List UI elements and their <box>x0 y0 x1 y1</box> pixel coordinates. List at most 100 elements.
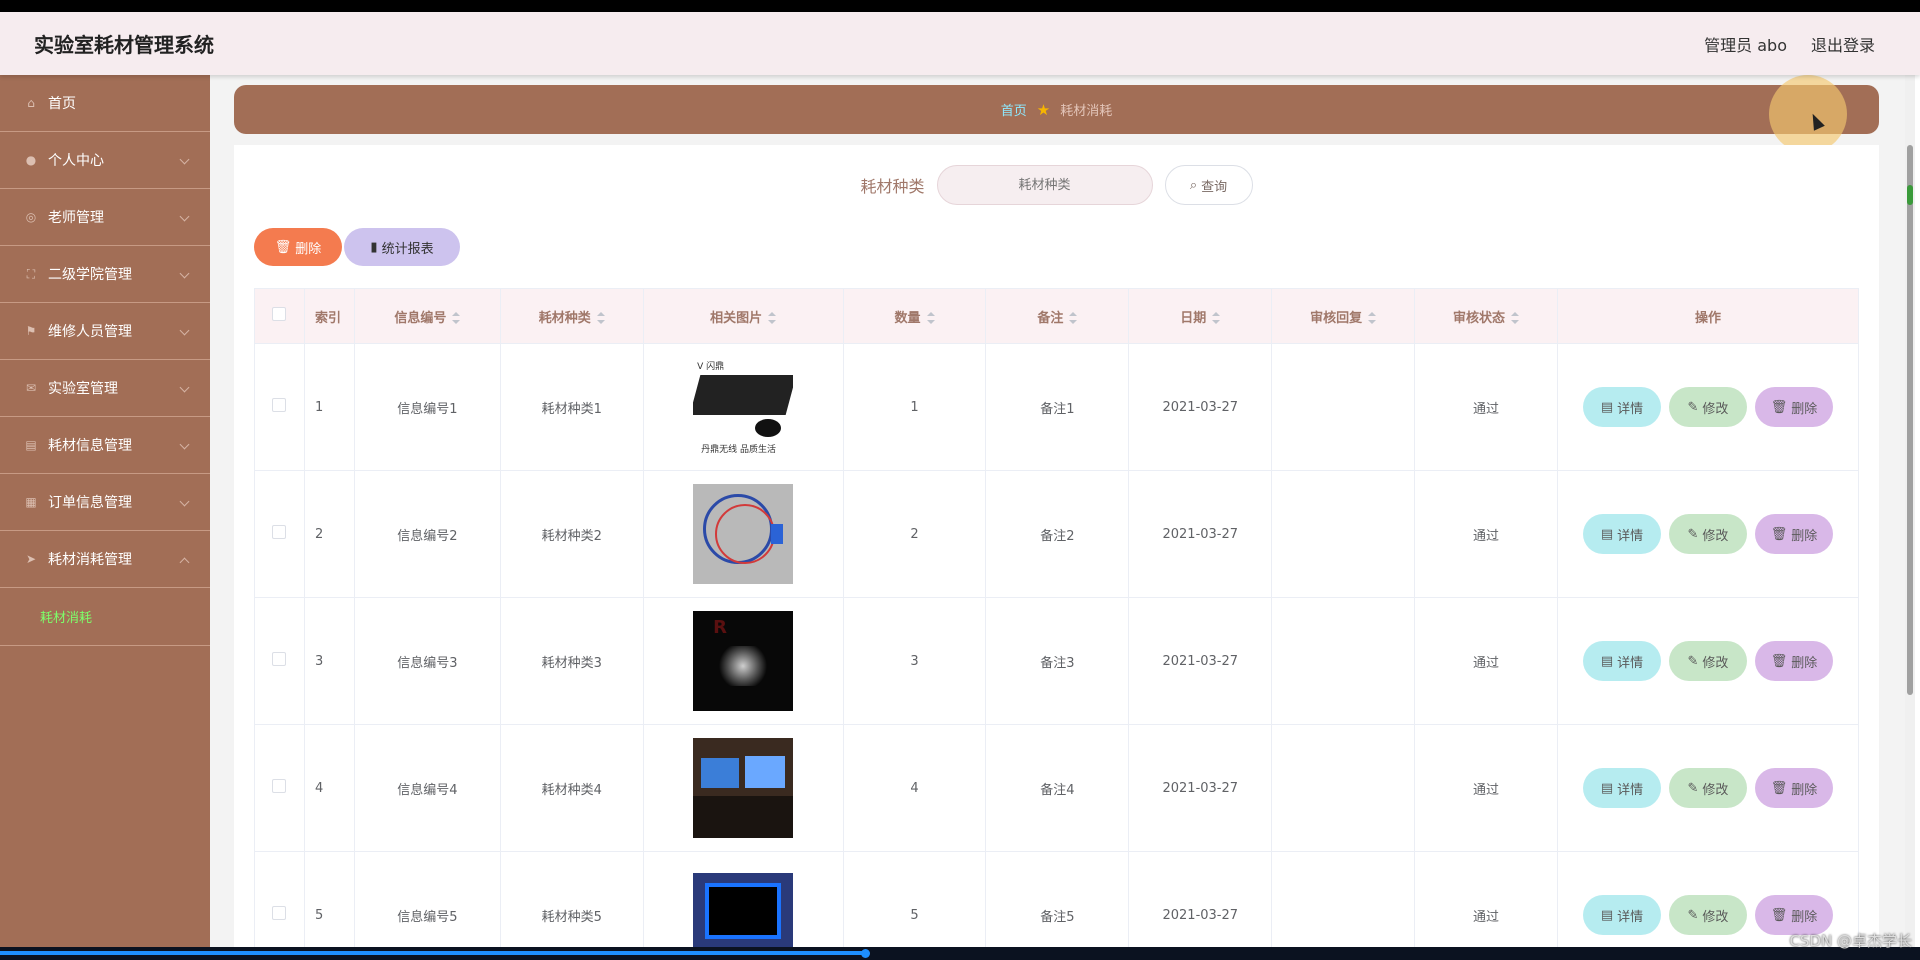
delete-button[interactable]: 🗑 删除 <box>1754 895 1833 935</box>
sidebar-item-consumable-info[interactable]: ▤ 耗材信息管理 <box>0 417 210 474</box>
glow-shape <box>718 646 769 686</box>
column-header-code[interactable]: 信息编号 <box>353 288 501 344</box>
cell-index: 3 <box>303 597 355 725</box>
sidebar-item-repair-staff[interactable]: ⚑ 维修人员管理 <box>0 303 210 360</box>
sidebar-item-lab-management[interactable]: ✉ 实验室管理 <box>0 360 210 417</box>
delete-button[interactable]: 🗑 删除 <box>1754 514 1833 554</box>
cell-date: 2021-03-27 <box>1128 470 1273 598</box>
table-header-row: 索引 信息编号 耗材种类 相关图片 数量 备注 日期 审核回复 审核状态 操作 <box>254 288 1860 344</box>
sidebar-item-label: 二级学院管理 <box>48 267 132 283</box>
edit-button[interactable]: ✎ 修改 <box>1668 514 1747 554</box>
detail-button[interactable]: ▤ 详情 <box>1582 641 1661 681</box>
statistics-report-button[interactable]: ▮ 统计报表 <box>344 228 460 266</box>
logout-button[interactable]: 退出登录 <box>1811 32 1875 56</box>
sort-icon[interactable] <box>926 312 935 324</box>
send-icon: ➤ <box>25 552 37 566</box>
delete-button[interactable]: 🗑 删除 <box>1754 768 1833 808</box>
detail-button[interactable]: ▤ 详情 <box>1582 387 1661 427</box>
edit-button[interactable]: ✎ 修改 <box>1668 387 1747 427</box>
pencil-icon: ✎ <box>1687 907 1699 923</box>
sidebar-item-home[interactable]: ⌂ 首页 <box>0 75 210 132</box>
search-bar: 耗材种类 ⌕ 查询 <box>234 165 1879 205</box>
sort-icon[interactable] <box>1069 312 1078 324</box>
search-input[interactable] <box>936 165 1153 205</box>
app-title: 实验室耗材管理系统 <box>34 33 214 57</box>
scrollbar-thumb[interactable] <box>1907 145 1913 695</box>
delete-button[interactable]: 🗑 删除 <box>1754 641 1833 681</box>
frame-icon: ⛶ <box>26 266 36 281</box>
cell-status: 通过 <box>1414 597 1558 725</box>
trash-icon: 🗑 <box>274 239 292 255</box>
sort-icon[interactable] <box>1212 312 1221 324</box>
edit-button[interactable]: ✎ 修改 <box>1668 641 1747 681</box>
edit-label: 修改 <box>1702 782 1729 798</box>
sidebar-item-order-info[interactable]: ▦ 订单信息管理 <box>0 474 210 531</box>
sidebar-item-consumption-management[interactable]: ➤ 耗材消耗管理 <box>0 531 210 588</box>
video-progress-bar[interactable] <box>0 947 1920 960</box>
column-header-index: 索引 <box>303 288 355 344</box>
sort-icon[interactable] <box>768 312 777 324</box>
screen-top-border <box>0 0 1920 12</box>
row-select-cell <box>254 724 305 852</box>
cell-type: 耗材种类2 <box>499 470 644 598</box>
column-header-quantity[interactable]: 数量 <box>842 288 987 344</box>
sidebar-item-teacher-management[interactable]: ◎ 老师管理 <box>0 189 210 246</box>
row-checkbox[interactable] <box>272 779 287 793</box>
cell-ops: ▤ 详情 ✎ 修改 🗑 删除 <box>1556 343 1860 471</box>
column-header-remark[interactable]: 备注 <box>985 288 1130 344</box>
column-header-date[interactable]: 日期 <box>1128 288 1273 344</box>
column-header-reply[interactable]: 审核回复 <box>1271 288 1416 344</box>
delete-button[interactable]: 🗑 删除 <box>1754 387 1833 427</box>
row-checkbox[interactable] <box>272 906 287 920</box>
sort-icon[interactable] <box>596 312 605 324</box>
rog-logo-image[interactable]: R <box>693 611 794 711</box>
cursor-highlight <box>1769 75 1847 153</box>
detail-button[interactable]: ▤ 详情 <box>1582 895 1661 935</box>
table-row: 4 信息编号4 耗材种类4 4 备注4 2021-03-27 通过 ▤ 详情 ✎… <box>254 724 1860 852</box>
row-checkbox[interactable] <box>272 525 287 539</box>
edit-button[interactable]: ✎ 修改 <box>1668 895 1747 935</box>
cell-quantity: 5 <box>842 851 987 960</box>
cell-status: 通过 <box>1414 343 1558 471</box>
cell-type: 耗材种类3 <box>499 597 644 725</box>
row-checkbox[interactable] <box>272 398 287 412</box>
cell-ops: ▤ 详情 ✎ 修改 🗑 删除 <box>1556 724 1860 852</box>
sort-icon[interactable] <box>452 312 461 324</box>
cable-image[interactable] <box>693 484 794 584</box>
scrollbar-marker <box>1907 185 1913 205</box>
chevron-down-icon <box>179 325 190 336</box>
cell-code: 信息编号5 <box>353 851 501 960</box>
delete-label: 删除 <box>1791 782 1818 798</box>
row-checkbox[interactable] <box>272 652 287 666</box>
vertical-scrollbar[interactable] <box>1905 75 1915 947</box>
current-user: 管理员 abo <box>1704 35 1787 55</box>
column-header-label: 日期 <box>1180 310 1207 326</box>
column-header-image[interactable]: 相关图片 <box>642 288 844 344</box>
table-row: 2 信息编号2 耗材种类2 2 备注2 2021-03-27 通过 ▤ 详情 ✎… <box>254 470 1860 598</box>
video-progress-handle[interactable] <box>861 949 870 958</box>
detail-label: 详情 <box>1617 909 1644 925</box>
gaming-setup-image[interactable] <box>693 738 794 838</box>
batch-delete-button[interactable]: 🗑 删除 <box>254 228 342 266</box>
column-header-status[interactable]: 审核状态 <box>1414 288 1558 344</box>
select-all-checkbox[interactable] <box>272 307 287 321</box>
breadcrumb-home[interactable]: 首页 <box>1001 100 1027 119</box>
mouse-shape <box>755 419 782 437</box>
select-all-cell <box>254 288 305 344</box>
detail-button[interactable]: ▤ 详情 <box>1582 768 1661 808</box>
detail-label: 详情 <box>1617 655 1644 671</box>
sidebar-item-personal-center[interactable]: ● 个人中心 <box>0 132 210 189</box>
cell-index: 1 <box>303 343 355 471</box>
sort-icon[interactable] <box>1368 312 1377 324</box>
monitor-image[interactable] <box>693 873 794 957</box>
user-icon: ● <box>25 153 37 167</box>
sidebar-subitem-consumption[interactable]: 耗材消耗 <box>0 588 210 646</box>
search-button[interactable]: ⌕ 查询 <box>1164 165 1253 205</box>
sidebar-item-college-management[interactable]: ⛶ 二级学院管理 <box>0 246 210 303</box>
column-header-type[interactable]: 耗材种类 <box>499 288 644 344</box>
keyboard-mouse-image[interactable]: V 闪鼎 丹鼎无线 品质生活 <box>693 357 794 457</box>
detail-button[interactable]: ▤ 详情 <box>1582 514 1661 554</box>
cell-code: 信息编号4 <box>353 724 501 852</box>
edit-button[interactable]: ✎ 修改 <box>1668 768 1747 808</box>
sort-icon[interactable] <box>1511 312 1520 324</box>
